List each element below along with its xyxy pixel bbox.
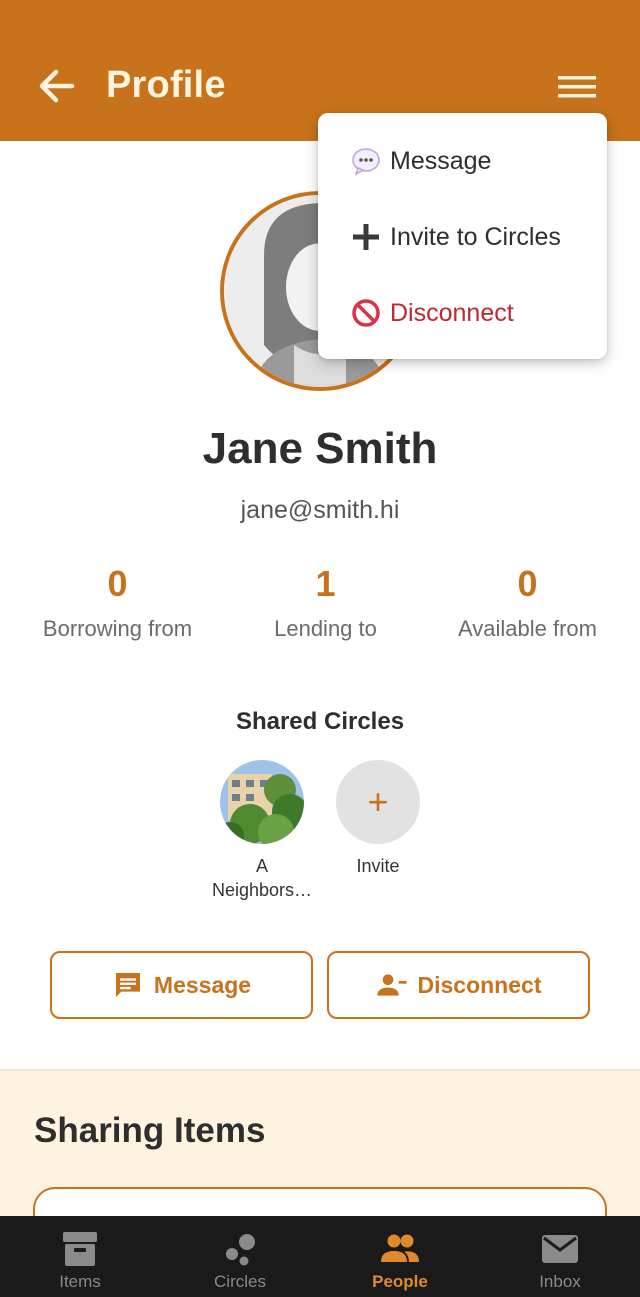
disconnect-button[interactable]: Disconnect: [327, 951, 590, 1019]
stat-value: 0: [517, 563, 538, 604]
menu-item-disconnect[interactable]: Disconnect: [350, 293, 514, 333]
plus-icon: [350, 221, 382, 253]
archive-box-icon: [63, 1232, 97, 1266]
stat-value: 1: [315, 563, 336, 604]
circle-label-line: A: [255, 856, 268, 876]
stat-label: Borrowing from: [42, 616, 193, 641]
nav-label: Items: [59, 1272, 101, 1291]
chat-icon: [115, 973, 140, 997]
nav-item-inbox[interactable]: Inbox: [480, 1216, 640, 1297]
nav-item-circles[interactable]: Circles: [160, 1216, 320, 1297]
sharing-items-title: Sharing Items: [34, 1111, 266, 1150]
circle-label: A Neighbors…: [202, 854, 322, 902]
page-title: Profile: [106, 64, 226, 106]
menu-item-label: Disconnect: [390, 298, 514, 327]
profile-name: Jane Smith: [202, 424, 438, 473]
profile-email: jane@smith.hi: [240, 496, 400, 524]
speech-bubble-icon: [350, 145, 382, 177]
people-icon: [381, 1234, 419, 1262]
disconnect-button-label: Disconnect: [417, 971, 542, 998]
nav-label: Inbox: [539, 1272, 581, 1291]
stat-label: Available from: [458, 616, 597, 641]
menu-item-label: Invite to Circles: [390, 222, 561, 251]
circle-photo: [220, 760, 304, 844]
shared-circles-title: Shared Circles: [235, 708, 405, 735]
nav-label: Circles: [214, 1272, 266, 1291]
back-arrow-icon[interactable]: [36, 66, 76, 106]
message-button-label: Message: [153, 971, 252, 998]
invite-plus-glyph: +: [367, 781, 389, 822]
hamburger-menu-icon[interactable]: [556, 72, 598, 102]
menu-item-message[interactable]: Message: [350, 141, 491, 181]
nav-item-people[interactable]: People: [320, 1216, 480, 1297]
prohibited-icon: [350, 297, 382, 329]
overflow-menu: Message Invite to Circles Disconnect: [318, 113, 607, 359]
stat-lending-to: 1 Lending to: [219, 562, 432, 642]
invite-circle-item[interactable]: + Invite: [318, 760, 438, 878]
message-button[interactable]: Message: [50, 951, 313, 1019]
stat-available-from: 0 Available from: [421, 562, 634, 642]
circle-label-line: Neighbors…: [211, 880, 313, 900]
mail-icon: [542, 1235, 578, 1263]
bottom-nav: Items Circles People Inbox: [0, 1216, 640, 1297]
nav-label: People: [372, 1272, 428, 1291]
plus-icon[interactable]: +: [336, 760, 420, 844]
menu-item-label: Message: [390, 146, 492, 175]
invite-label: Invite: [356, 856, 400, 876]
stat-label: Lending to: [274, 616, 377, 641]
circle-item[interactable]: A Neighbors…: [202, 760, 322, 902]
menu-item-invite-to-circles[interactable]: Invite to Circles: [350, 217, 561, 257]
circles-icon: [226, 1234, 255, 1266]
person-remove-icon: [376, 974, 407, 996]
nav-item-items[interactable]: Items: [0, 1216, 160, 1297]
stat-value: 0: [107, 563, 128, 604]
stat-borrowing-from: 0 Borrowing from: [11, 562, 224, 642]
